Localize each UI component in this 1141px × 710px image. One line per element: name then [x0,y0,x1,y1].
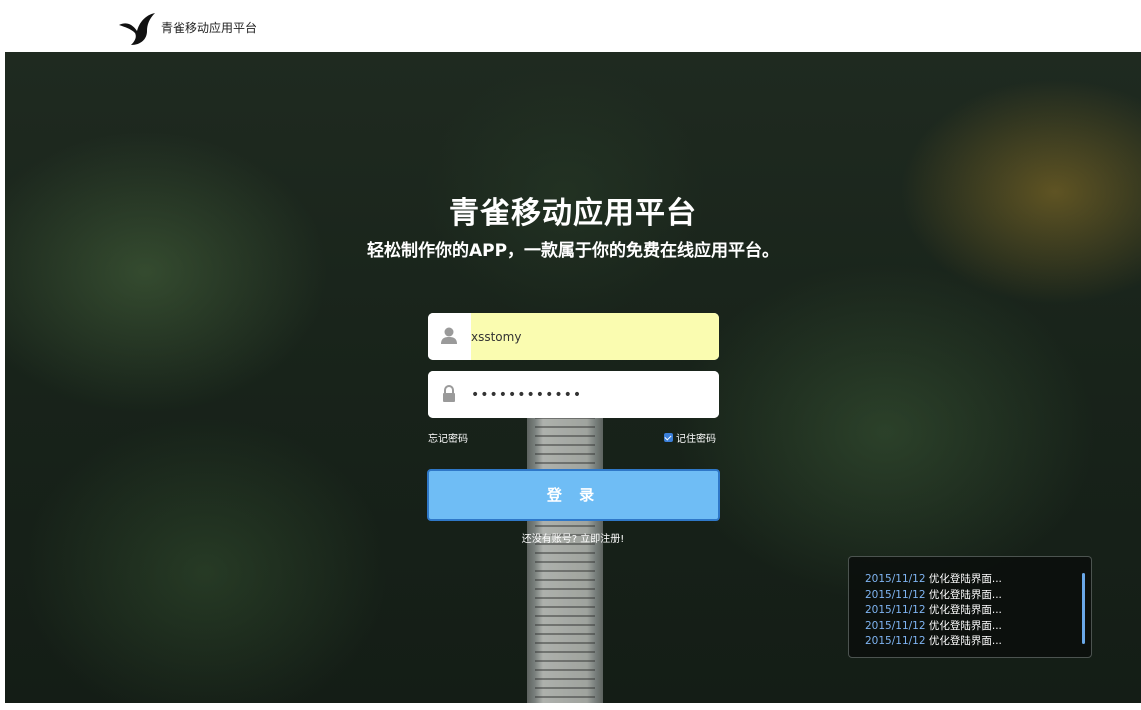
login-button[interactable]: 登 录 [427,469,720,521]
news-text: 优化登陆界面... [928,588,1002,601]
news-item[interactable]: 2015/11/12 优化登陆界面... [865,588,1002,604]
news-text: 优化登陆界面... [928,604,1002,616]
username-field[interactable] [428,313,719,360]
news-date: 2015/11/12 [865,604,926,616]
news-scrollbar[interactable] [1082,573,1085,644]
news-item[interactable]: 2015/11/12 优化登陆界面... [865,634,1002,650]
brand-name[interactable]: 青雀移动应用平台 [161,19,257,36]
bridge-background [505,417,625,703]
lock-icon [428,371,471,418]
news-date: 2015/11/12 [865,588,926,601]
news-list: 2015/11/12 优化登陆界面... 2015/11/12 优化登陆界面...… [865,572,1002,650]
news-item[interactable]: 2015/11/12 优化登陆界面... [865,603,1002,619]
news-date: 2015/11/12 [865,573,926,585]
register-link[interactable]: 还没有账号? 立即注册! [5,530,1141,545]
top-bar: 青雀移动应用平台 [0,0,1141,52]
user-icon [428,313,471,360]
password-input[interactable] [471,371,719,418]
remember-password-label: 记住密码 [676,434,716,445]
news-item[interactable]: 2015/11/12 优化登陆界面... [865,572,1002,588]
news-panel: 2015/11/12 优化登陆界面... 2015/11/12 优化登陆界面...… [848,556,1092,658]
news-text: 优化登陆界面... [928,635,1002,647]
checkbox-checked-icon[interactable] [664,433,673,442]
news-date: 2015/11/12 [865,619,926,632]
page-title: 青雀移动应用平台 [449,196,697,231]
news-date: 2015/11/12 [865,635,926,647]
remember-password-toggle[interactable]: 记住密码 [664,430,716,445]
hero-section: 青雀移动应用平台 轻松制作你的APP，一款属于你的免费在线应用平台。 忘记密码 … [5,52,1141,703]
news-text: 优化登陆界面... [928,619,1002,632]
bird-logo-icon[interactable] [117,11,157,47]
news-item[interactable]: 2015/11/12 优化登陆界面... [865,619,1002,635]
password-field[interactable] [428,371,719,418]
forgot-password-link[interactable]: 忘记密码 [428,430,468,445]
news-text: 优化登陆界面... [928,573,1002,585]
username-input[interactable] [471,313,719,360]
page-subtitle: 轻松制作你的APP，一款属于你的免费在线应用平台。 [366,241,780,261]
